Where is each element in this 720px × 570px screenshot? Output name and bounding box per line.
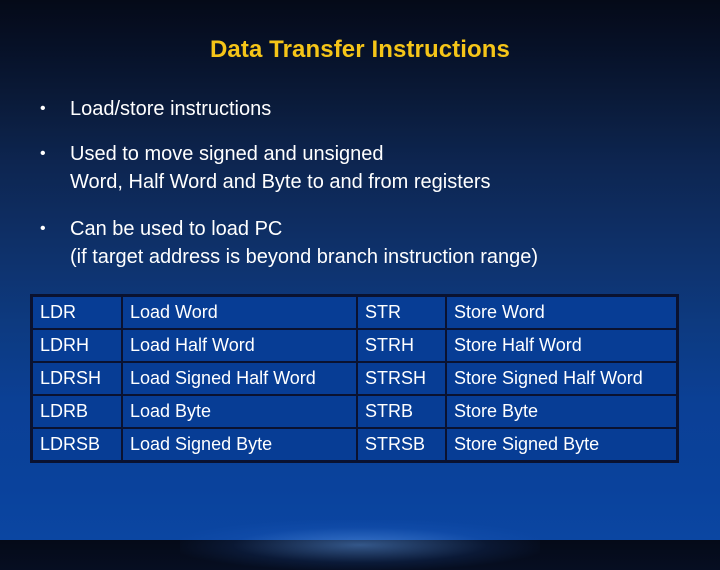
bullet-item: • Used to move signed and unsigned Word,… — [40, 140, 491, 196]
table-row: LDRH Load Half Word STRH Store Half Word — [30, 328, 679, 363]
instruction-table: LDR Load Word STR Store Word LDRH Load H… — [30, 294, 679, 463]
store-description-cell: Store Signed Byte — [445, 427, 679, 463]
load-opcode-cell: LDRB — [30, 394, 123, 429]
load-description-cell: Load Half Word — [121, 328, 358, 363]
store-opcode-cell: STR — [356, 294, 447, 330]
store-description-cell: Store Signed Half Word — [445, 361, 679, 396]
table-row: LDR Load Word STR Store Word — [30, 294, 679, 330]
store-opcode-cell: STRH — [356, 328, 447, 363]
bullet-text: Used to move signed and unsigned — [70, 143, 384, 165]
bullet-icon: • — [40, 145, 46, 162]
load-opcode-cell: LDR — [30, 294, 123, 330]
store-description-cell: Store Half Word — [445, 328, 679, 363]
store-description-cell: Store Word — [445, 294, 679, 330]
load-opcode-cell: LDRSB — [30, 427, 123, 463]
store-opcode-cell: STRB — [356, 394, 447, 429]
bullet-item: • Load/store instructions — [40, 95, 271, 123]
table-row: LDRSB Load Signed Byte STRSB Store Signe… — [30, 427, 679, 463]
store-description-cell: Store Byte — [445, 394, 679, 429]
bullet-text: Load/store instructions — [70, 98, 272, 120]
load-opcode-cell: LDRH — [30, 328, 123, 363]
load-opcode-cell: LDRSH — [30, 361, 123, 396]
bullet-icon: • — [40, 100, 46, 117]
store-opcode-cell: STRSH — [356, 361, 447, 396]
store-opcode-cell: STRSB — [356, 427, 447, 463]
load-description-cell: Load Byte — [121, 394, 358, 429]
background-glow — [180, 520, 540, 570]
load-description-cell: Load Signed Byte — [121, 427, 358, 463]
table-row: LDRB Load Byte STRB Store Byte — [30, 394, 679, 429]
bullet-text-continuation: Word, Half Word and Byte to and from reg… — [70, 171, 491, 193]
bullet-item: • Can be used to load PC (if target addr… — [40, 215, 538, 271]
load-description-cell: Load Word — [121, 294, 358, 330]
load-description-cell: Load Signed Half Word — [121, 361, 358, 396]
table-row: LDRSH Load Signed Half Word STRSH Store … — [30, 361, 679, 396]
bullet-icon: • — [40, 220, 46, 237]
bullet-text: Can be used to load PC — [70, 218, 283, 240]
slide-title: Data Transfer Instructions — [209, 36, 510, 63]
bullet-text-continuation: (if target address is beyond branch inst… — [70, 246, 539, 268]
